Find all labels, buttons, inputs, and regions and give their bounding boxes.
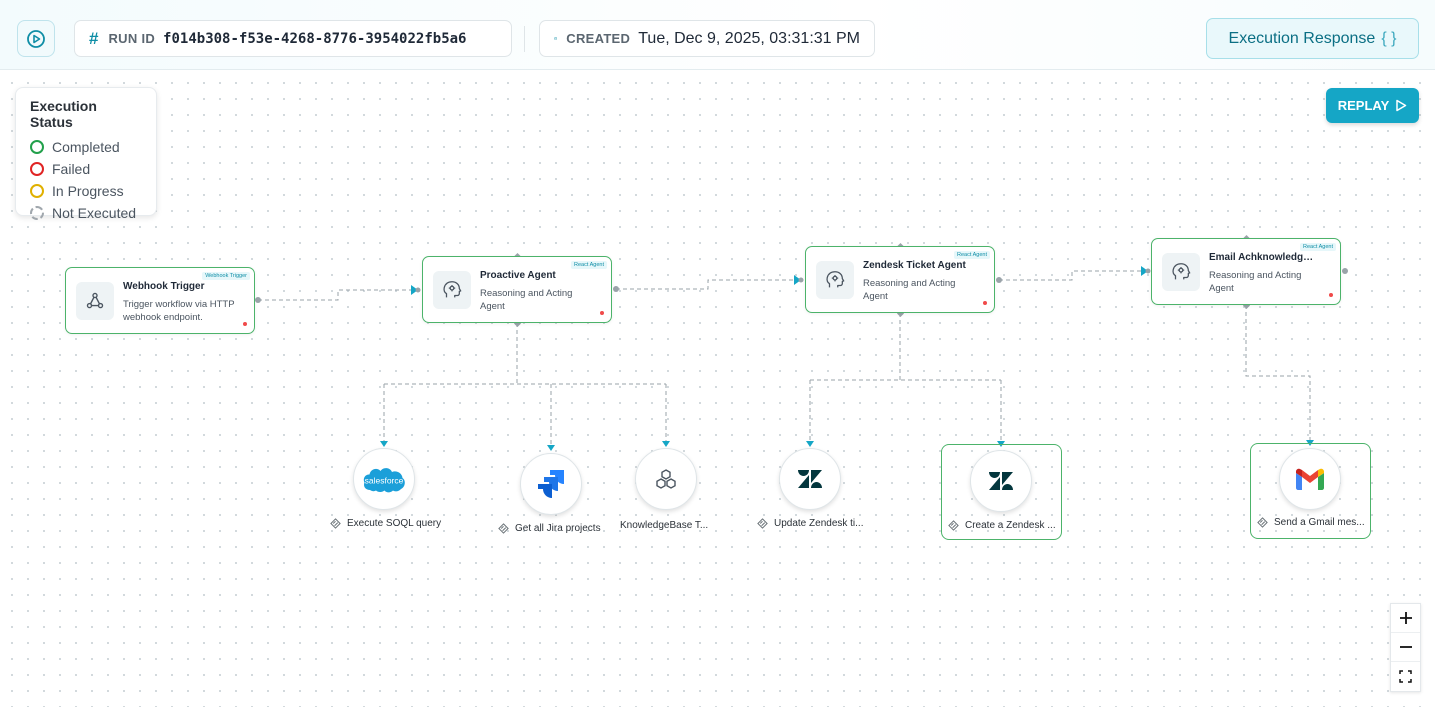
tool-icon [498,523,509,534]
tool-icon [757,518,768,529]
node-email-acknowledge-agent[interactable]: React Agent Email Achknowledge... Reason… [1151,238,1341,305]
error-indicator [600,311,604,315]
agent-head-icon [816,261,854,299]
zoom-out-button[interactable] [1391,633,1420,662]
minus-icon [1399,646,1412,648]
error-indicator [983,301,987,305]
node-webhook-trigger[interactable]: Webhook Trigger Webhook Trigger Trigger … [65,267,255,334]
workflow-canvas[interactable] [0,71,1435,707]
calendar-icon [554,37,557,40]
header-bar: # RUN ID f014b308-f53e-4268-8776-3954022… [0,0,1435,70]
node-description: Reasoning and Acting Agent [863,278,956,302]
header-divider [524,26,525,52]
legend-label: Completed [52,139,120,155]
run-id-pill: # RUN ID f014b308-f53e-4268-8776-3954022… [74,20,512,57]
created-label: CREATED [566,31,631,46]
agent-head-icon [433,271,471,309]
fit-view-button[interactable] [1391,662,1420,691]
node-type-badge: Webhook Trigger [202,272,250,280]
not-executed-dot-icon [30,206,44,220]
tool-label: Update Zendesk ti... [757,518,865,529]
execution-response-button[interactable]: Execution Response { } [1206,18,1419,59]
tool-update-zendesk[interactable] [779,448,841,510]
legend-label: Not Executed [52,205,137,221]
gmail-icon [1296,468,1324,490]
error-indicator [1329,293,1333,297]
legend-in-progress: In Progress [30,180,142,202]
fit-view-icon [1399,670,1412,683]
zendesk-icon [989,472,1013,490]
tool-label-text: Create a Zendesk ... [965,520,1056,531]
error-indicator [243,322,247,326]
webhook-icon [76,282,114,320]
completed-dot-icon [30,140,44,154]
node-type-badge: React Agent [1300,243,1336,251]
node-proactive-agent[interactable]: React Agent Proactive Agent Reasoning an… [422,256,612,323]
jira-icon [538,470,564,498]
play-icon [1396,99,1407,112]
node-title: Email Achknowledge... [1209,252,1316,263]
tool-label-text: Send a Gmail mes... [1274,517,1365,528]
svg-text:salesforce: salesforce [365,476,404,486]
created-value: Tue, Dec 9, 2025, 03:31:31 PM [638,29,860,47]
knowledgebase-icon [656,469,676,489]
tool-label-text: Execute SOQL query [347,518,442,529]
tool-create-zendesk[interactable] [970,450,1032,512]
zendesk-icon [798,470,822,488]
hash-icon: # [89,28,99,48]
braces-icon: { } [1381,29,1397,47]
node-title: Zendesk Ticket Agent [863,260,966,271]
tool-label: Execute SOQL query [330,518,450,529]
run-id-label: RUN ID [108,31,156,46]
execution-status-legend: Execution Status Completed Failed In Pro… [15,87,157,221]
tool-icon [948,520,959,531]
run-play-button[interactable] [17,20,55,57]
run-id-value[interactable]: f014b308-f53e-4268-8776-3954022fb5a6 [163,31,466,47]
tool-salesforce[interactable]: salesforce [353,448,415,510]
node-zendesk-ticket-agent[interactable]: React Agent Zendesk Ticket Agent Reasoni… [805,246,995,313]
legend-label: Failed [52,161,91,177]
plus-icon [1399,612,1412,624]
tool-label: Create a Zendesk ... [948,520,1056,531]
tool-label-text: Update Zendesk ti... [774,518,864,529]
node-description: Reasoning and Acting Agent [1209,270,1302,294]
tool-label-text: KnowledgeBase T... [620,520,709,531]
tool-knowledgebase[interactable] [635,448,697,510]
replay-label: REPLAY [1337,98,1390,113]
replay-button[interactable]: REPLAY [1326,88,1419,123]
failed-dot-icon [30,162,44,176]
legend-title: Execution Status [30,98,97,130]
tool-label-text: Get all Jira projects [515,523,601,534]
zoom-controls [1390,603,1421,692]
agent-head-icon [1162,253,1200,291]
node-title: Proactive Agent [480,270,556,281]
node-type-badge: React Agent [571,261,607,269]
in-progress-dot-icon [30,184,44,198]
tool-jira[interactable] [520,453,582,515]
created-pill: CREATED Tue, Dec 9, 2025, 03:31:31 PM [539,20,875,57]
tool-label: Get all Jira projects [498,523,608,534]
execution-response-label: Execution Response [1228,29,1376,47]
legend-label: In Progress [52,183,124,199]
salesforce-icon: salesforce [363,468,405,493]
tool-icon [1257,517,1268,528]
play-circle-icon [27,29,45,48]
legend-failed: Failed [30,158,142,180]
tool-icon [330,518,341,529]
tool-send-gmail[interactable] [1279,448,1341,510]
node-title: Webhook Trigger [123,281,205,292]
zoom-in-button[interactable] [1391,604,1420,633]
node-type-badge: React Agent [954,251,990,259]
legend-completed: Completed [30,136,142,158]
node-description: Reasoning and Acting Agent [480,288,573,312]
legend-not-executed: Not Executed [30,202,142,224]
tool-label: KnowledgeBase T... [620,520,712,531]
node-description: Trigger workflow via HTTP webhook endpoi… [123,299,235,323]
tool-label: Send a Gmail mes... [1257,517,1367,528]
